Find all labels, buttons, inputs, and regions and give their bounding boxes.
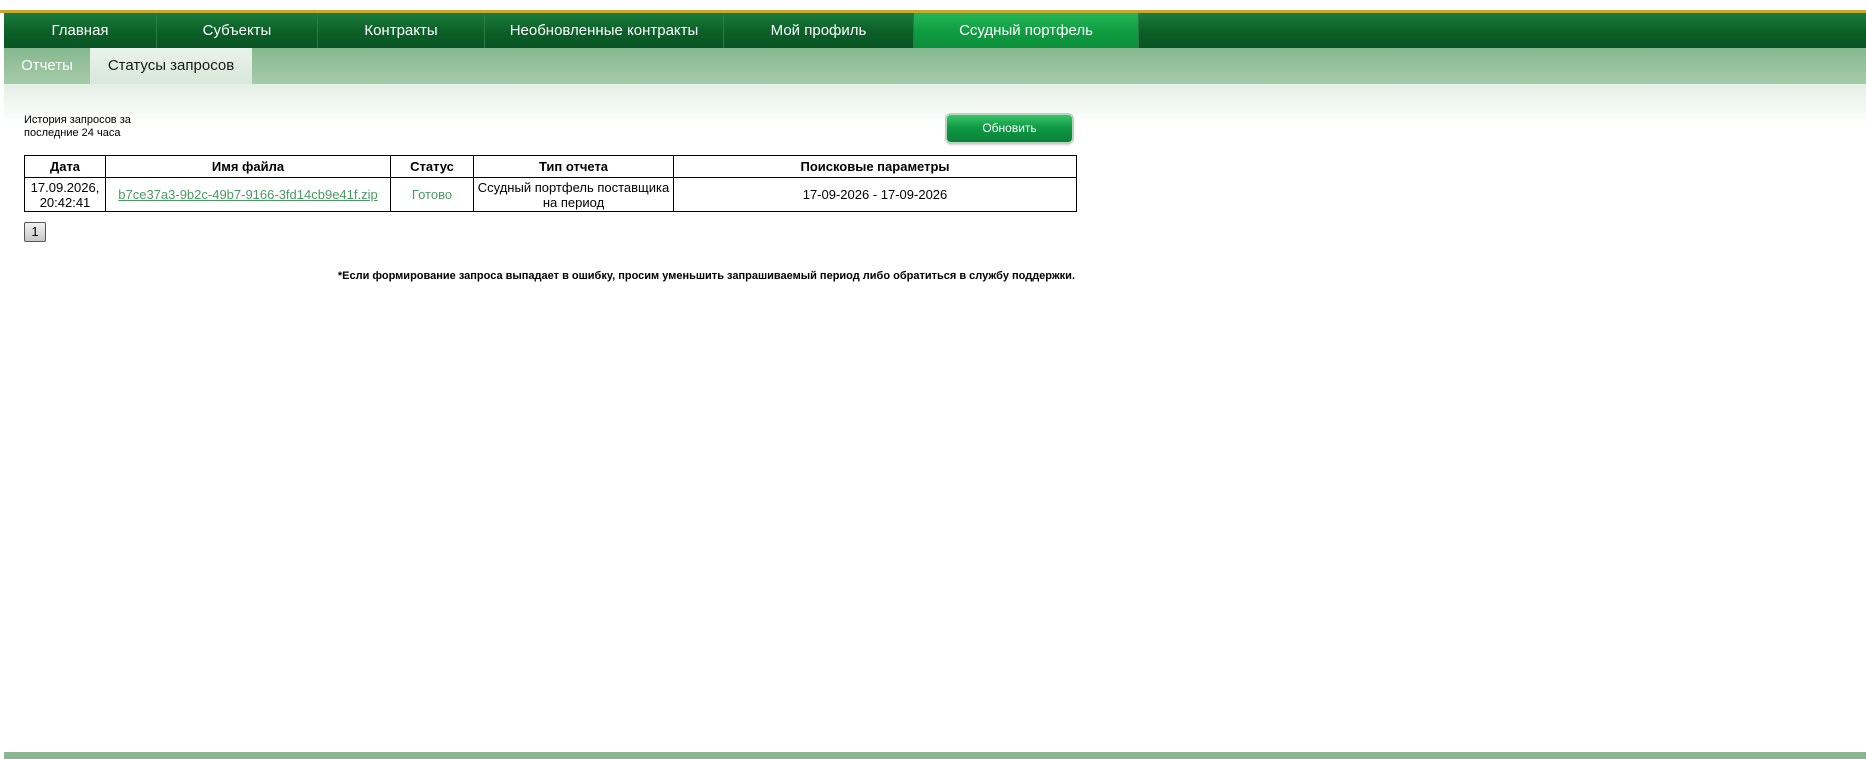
cell-report-type: Ссудный портфель поставщика на период: [473, 177, 674, 212]
column-header-report-type: Тип отчета: [473, 155, 674, 178]
refresh-button[interactable]: Обновить: [947, 115, 1072, 142]
tab-reports[interactable]: Отчеты: [4, 48, 90, 84]
subnav-shadow: [4, 84, 1866, 124]
nav-item-subjects[interactable]: Субъекты: [157, 13, 318, 48]
column-header-search-params: Поисковые параметры: [673, 155, 1077, 178]
history-label: История запросов за последние 24 часа: [24, 114, 131, 139]
pagination-page-button[interactable]: 1: [24, 222, 46, 242]
file-download-link[interactable]: b7ce37a3-9b2c-49b7-9166-3fd14cb9e41f.zip: [118, 187, 377, 202]
sub-navigation: Отчеты Статусы запросов: [4, 48, 1866, 84]
nav-item-outdated-contracts[interactable]: Необновленные контракты: [485, 13, 724, 48]
cell-filename: b7ce37a3-9b2c-49b7-9166-3fd14cb9e41f.zip: [105, 177, 391, 212]
column-header-filename: Имя файла: [105, 155, 391, 178]
cell-date: 17.09.2026, 20:42:41: [24, 177, 106, 212]
nav-item-contracts[interactable]: Контракты: [318, 13, 485, 48]
nav-item-my-profile[interactable]: Мой профиль: [724, 13, 914, 48]
nav-item-loan-portfolio[interactable]: Ссудный портфель: [914, 13, 1139, 48]
requests-table: Дата Имя файла Статус Тип отчета Поисков…: [24, 155, 1077, 212]
error-footnote: *Если формирование запроса выпадает в ош…: [337, 270, 1075, 282]
main-navigation: Главная Субъекты Контракты Необновленные…: [4, 13, 1866, 48]
table-row: 17.09.2026, 20:42:41 b7ce37a3-9b2c-49b7-…: [24, 177, 1077, 212]
table-header-row: Дата Имя файла Статус Тип отчета Поисков…: [24, 155, 1077, 178]
tab-request-statuses[interactable]: Статусы запросов: [90, 48, 252, 84]
column-header-date: Дата: [24, 155, 106, 178]
nav-item-home[interactable]: Главная: [4, 13, 157, 48]
footer-bar: [4, 752, 1866, 759]
cell-search-params: 17-09-2026 - 17-09-2026: [673, 177, 1077, 212]
cell-status: Готово: [390, 177, 474, 212]
column-header-status: Статус: [390, 155, 474, 178]
